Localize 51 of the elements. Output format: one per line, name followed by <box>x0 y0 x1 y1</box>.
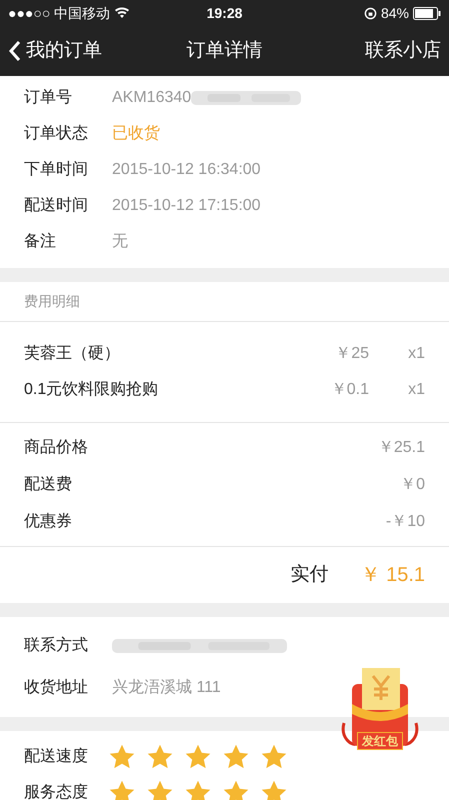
star-icon[interactable] <box>222 743 250 771</box>
field-label: 联系方式 <box>24 636 89 656</box>
battery-text: 84% <box>380 4 409 22</box>
field-label: 下单时间 <box>24 160 89 180</box>
rating-label: 配送速度 <box>24 746 89 767</box>
fee-value: -￥10 <box>386 512 425 532</box>
item-price: ￥0.1 <box>330 380 369 400</box>
back-button[interactable]: 我的订单 <box>8 36 138 66</box>
star-icon[interactable] <box>146 743 174 771</box>
total-value: ￥ 15.1 <box>360 563 425 588</box>
fee-value: ￥0 <box>400 474 425 494</box>
star-icon[interactable] <box>260 743 288 771</box>
carrier-text: ●●●○○ 中国移动 <box>8 4 110 22</box>
field-label: 订单状态 <box>24 124 89 144</box>
item-name: 0.1元饮料限购抢购 <box>24 380 160 400</box>
field-value: 兴龙浯溪城 111 <box>112 678 221 698</box>
star-icon[interactable] <box>108 743 136 771</box>
star-icon[interactable] <box>108 779 136 800</box>
field-value: 2015-10-12 17:15:00 <box>112 196 261 216</box>
field-value: 无 <box>112 232 128 252</box>
rating-label: 服务态度 <box>24 782 89 800</box>
star-icon[interactable] <box>222 779 250 800</box>
star-icon[interactable] <box>146 779 174 800</box>
gift-envelope-label: 发红包 <box>357 732 403 750</box>
field-value: 2015-10-12 16:34:00 <box>112 160 261 180</box>
total-label: 实付 <box>290 562 329 587</box>
field-label: 配送时间 <box>24 196 89 216</box>
item-quantity: x1 <box>407 344 425 364</box>
fee-label: 优惠券 <box>24 512 72 532</box>
item-quantity: x1 <box>407 380 425 400</box>
section-title: 费用明细 <box>0 282 449 322</box>
contact-store-button[interactable]: 联系小店 <box>311 36 441 66</box>
item-name: 芙蓉王（硬） <box>24 344 121 364</box>
star-icon[interactable] <box>260 779 288 800</box>
field-label: 备注 <box>24 232 57 252</box>
field-value: AKM16340 <box>112 88 192 108</box>
item-price: ￥25 <box>334 344 369 364</box>
wifi-icon <box>114 7 130 19</box>
time-text: 19:28 <box>206 4 242 22</box>
field-label: 收货地址 <box>24 678 89 698</box>
rotation-lock-icon <box>364 6 377 20</box>
back-icon <box>8 40 22 62</box>
star-icon[interactable] <box>184 779 212 800</box>
page-title: 订单详情 <box>186 38 262 63</box>
fee-value: ￥25.1 <box>378 438 425 458</box>
field-label: 订单号 <box>24 88 73 108</box>
fee-label: 配送费 <box>24 474 72 494</box>
battery-icon <box>413 6 441 20</box>
fee-label: 商品价格 <box>24 438 88 458</box>
star-icon[interactable] <box>184 743 212 771</box>
field-value: 已收货 <box>112 124 160 144</box>
